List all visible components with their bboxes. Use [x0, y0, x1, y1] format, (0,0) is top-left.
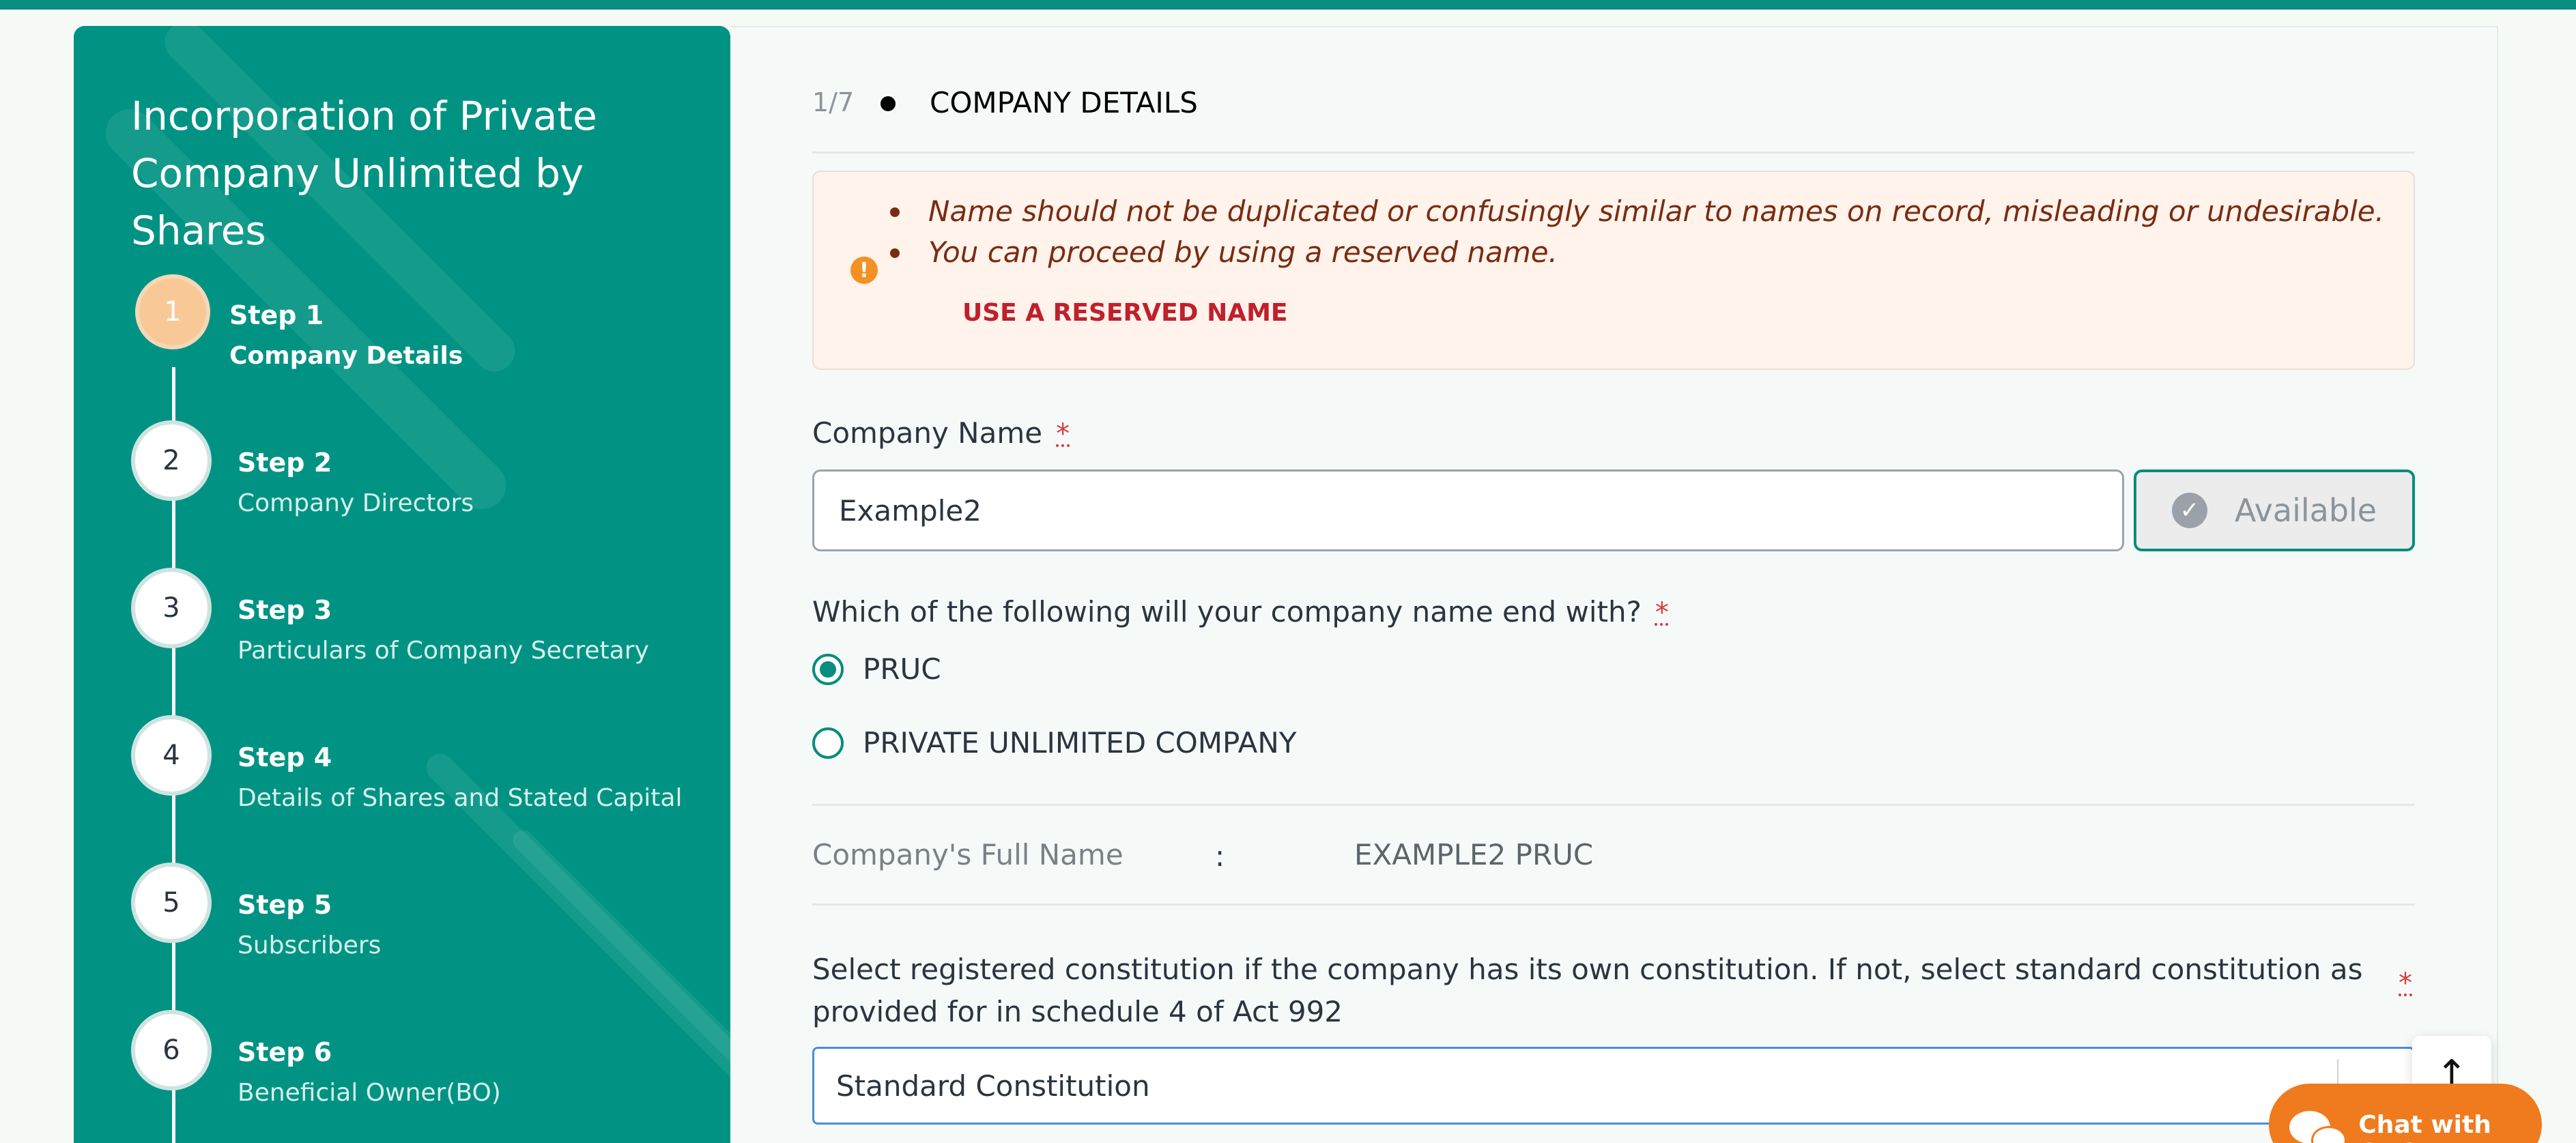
- required-marker: *: [1056, 418, 1070, 450]
- step-1-text[interactable]: Step 1 Company Details: [229, 295, 463, 377]
- step-6-indicator[interactable]: 6: [131, 1010, 212, 1090]
- radio-option-pruc[interactable]: PRUC: [812, 652, 941, 686]
- bullet-dot: [881, 96, 896, 111]
- step-6-label: Beneficial Owner(BO): [238, 1079, 501, 1107]
- radio-option-private-unlimited[interactable]: PRIVATE UNLIMITED COMPANY: [812, 726, 1296, 759]
- step-1-label: Company Details: [229, 342, 463, 370]
- name-notice-box: ! Name should not be duplicated or confu…: [812, 171, 2415, 370]
- company-name-label-text: Company Name: [812, 416, 1043, 450]
- sidebar-title: Incorporation of Private Company Unlimit…: [131, 93, 597, 254]
- step-2-indicator[interactable]: 2: [131, 420, 212, 501]
- company-name-label: Company Name *: [812, 416, 1070, 450]
- chat-label: Chat with ORC: [2358, 1111, 2491, 1143]
- step-1-indicator[interactable]: 1: [135, 274, 210, 349]
- notice-list: Name should not be duplicated or confusi…: [890, 191, 2384, 273]
- decor-stripe: [509, 826, 730, 1130]
- full-name-label: Company's Full Name: [812, 838, 1124, 871]
- step-1-title: Step 1: [229, 300, 324, 330]
- chat-button[interactable]: Chat with ORC: [2269, 1084, 2542, 1143]
- step-5-text[interactable]: Step 5 Subscribers: [238, 884, 381, 966]
- radio-unselected[interactable]: [812, 727, 844, 759]
- company-name-input[interactable]: Example2: [812, 469, 2124, 551]
- step-3-text[interactable]: Step 3 Particulars of Company Secretary: [238, 590, 649, 671]
- radio-selected[interactable]: [812, 653, 844, 685]
- step-6-title: Step 6: [238, 1037, 332, 1067]
- divider: [812, 804, 2415, 806]
- step-5-title: Step 5: [238, 890, 332, 920]
- step-progress: 1/7: [812, 87, 855, 117]
- step-2-text[interactable]: Step 2 Company Directors: [238, 442, 474, 524]
- divider: [812, 903, 2415, 906]
- full-name-colon: :: [1215, 839, 1225, 873]
- name-ending-label-text: Which of the following will your company…: [812, 595, 1642, 628]
- availability-button[interactable]: ✓ Available: [2134, 469, 2415, 551]
- chat-bubbles-icon: [2289, 1111, 2347, 1143]
- full-name-value: EXAMPLE2 PRUC: [1354, 838, 1594, 871]
- use-reserved-name-link[interactable]: USE A RESERVED NAME: [962, 299, 1288, 327]
- step-2-label: Company Directors: [238, 489, 474, 517]
- availability-status: Available: [2234, 492, 2377, 529]
- step-2-title: Step 2: [238, 448, 332, 478]
- step-3-indicator[interactable]: 3: [131, 568, 212, 648]
- radio-label: PRIVATE UNLIMITED COMPANY: [863, 726, 1297, 759]
- wizard-sidebar: Incorporation of Private Company Unlimit…: [74, 26, 730, 1143]
- step-6-text[interactable]: Step 6 Beneficial Owner(BO): [238, 1032, 501, 1114]
- step-5-label: Subscribers: [238, 931, 382, 959]
- required-marker: *: [1655, 597, 1669, 628]
- step-4-text[interactable]: Step 4 Details of Shares and Stated Capi…: [238, 737, 682, 819]
- required-marker: *: [2399, 968, 2412, 999]
- step-4-indicator[interactable]: 4: [131, 715, 212, 796]
- exclamation-icon: !: [850, 257, 878, 284]
- divider: [812, 151, 2415, 154]
- radio-label: PRUC: [863, 652, 941, 686]
- constitution-select[interactable]: Standard Constitution: [812, 1047, 2415, 1125]
- check-circle-icon: ✓: [2171, 493, 2207, 528]
- top-accent-bar: [0, 0, 2576, 10]
- name-ending-label: Which of the following will your company…: [812, 595, 1669, 628]
- step-3-label: Particulars of Company Secretary: [238, 637, 649, 665]
- notice-item: You can proceed by using a reserved name…: [890, 232, 2384, 273]
- step-4-label: Details of Shares and Stated Capital: [238, 784, 683, 812]
- step-5-indicator[interactable]: 5: [131, 863, 212, 943]
- constitution-label: Select registered constitution if the co…: [812, 953, 2363, 1028]
- step-4-title: Step 4: [238, 742, 332, 772]
- step-3-title: Step 3: [238, 595, 332, 625]
- notice-item: Name should not be duplicated or confusi…: [890, 191, 2384, 232]
- section-title: COMPANY DETAILS: [930, 86, 1198, 119]
